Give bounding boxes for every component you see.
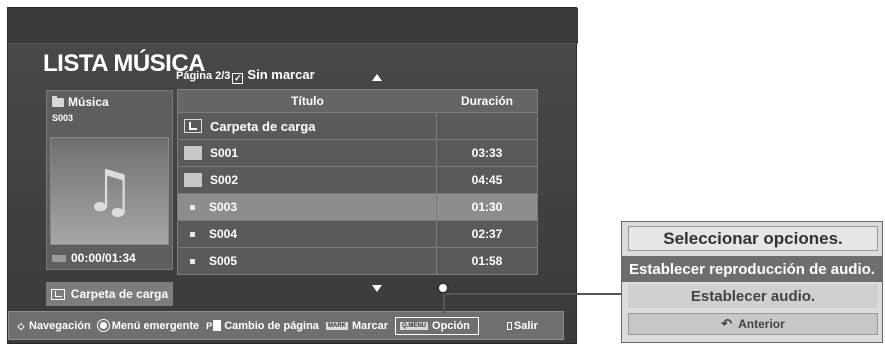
page-key-icon	[213, 320, 222, 331]
help-navigation-label: Navegación	[29, 319, 91, 332]
progress-bar	[52, 254, 66, 262]
option-button[interactable]: Q.MENU Opción	[395, 316, 479, 335]
now-playing-panel: Música S003 ♫ 00:00/01:34	[46, 90, 173, 270]
option-audio-settings[interactable]: Establecer audio.	[628, 284, 878, 308]
album-art: ♫	[50, 137, 169, 245]
help-mark-label: Marcar	[351, 319, 389, 332]
row-title: S003	[209, 200, 238, 214]
back-label: Anterior	[738, 317, 785, 331]
list-item-upload-folder[interactable]: Carpeta de carga	[177, 113, 538, 140]
playback-time: 00:00/01:34	[52, 251, 136, 265]
upload-folder-button[interactable]: Carpeta de carga	[46, 282, 173, 306]
back-button[interactable]: ↶ Anterior	[628, 313, 878, 335]
back-arrow-icon: ↶	[721, 316, 733, 331]
unmark-checkbox-icon[interactable]: ✓	[232, 73, 244, 84]
folder-icon	[184, 173, 202, 187]
list-item[interactable]: S001 03:33	[177, 140, 538, 167]
exit-label: Salir	[513, 319, 538, 332]
row-title: S004	[209, 227, 238, 241]
page-number: Página 2/3	[176, 70, 231, 82]
row-title: Carpeta de carga	[210, 118, 316, 134]
row-title-cell: S003	[178, 194, 437, 220]
callout-dot	[437, 282, 449, 294]
help-bar: ◇ Navegación Menú emergente P Cambio de …	[8, 311, 564, 340]
list-header: Título Duración	[177, 89, 538, 113]
folder-header: Música	[47, 91, 172, 113]
exit-key-icon	[506, 321, 512, 330]
folder-icon	[52, 95, 64, 107]
current-file: S003	[52, 113, 74, 123]
help-page-change-label: Cambio de página	[224, 319, 319, 332]
list-item-selected[interactable]: S003 01:30	[177, 194, 538, 221]
exit-button[interactable]: Salir	[506, 319, 538, 332]
callout-line-vertical	[443, 293, 445, 313]
row-duration: 04:45	[471, 173, 503, 187]
music-note-icon: ♫	[83, 157, 136, 225]
row-duration: 03:33	[471, 146, 503, 160]
folder-icon	[184, 146, 202, 160]
upload-folder-label: Carpeta de carga	[70, 287, 169, 301]
row-title: S002	[210, 173, 239, 187]
row-duration: 02:37	[471, 227, 503, 241]
help-navigation: ◇ Navegación	[15, 320, 91, 332]
row-title-cell: S001	[178, 140, 437, 166]
help-mark: MARK Marcar	[325, 319, 389, 332]
row-title-cell: S005	[178, 248, 437, 274]
row-duration: 01:30	[471, 200, 503, 214]
option-audio-playback[interactable]: Establecer reproducción de audio.	[622, 256, 882, 282]
file-dot-icon	[190, 231, 195, 237]
help-popup-label: Menú emergente	[111, 319, 200, 332]
mark-key-icon: MARK	[325, 321, 348, 330]
file-list: Título Duración Carpeta de carga S001 03…	[177, 89, 538, 285]
column-duration: Duración	[460, 94, 513, 108]
options-menu: Seleccionar opciones. Establecer reprodu…	[621, 221, 883, 343]
row-title-cell: S002	[178, 167, 437, 193]
scroll-up-arrow-icon[interactable]	[372, 74, 382, 81]
row-title: S001	[210, 146, 239, 160]
options-title: Seleccionar opciones.	[628, 226, 878, 251]
qmenu-key-icon: Q.MENU	[400, 321, 429, 330]
time-label: 00:00/01:34	[71, 251, 136, 265]
row-title-cell: S004	[178, 221, 437, 247]
help-page-change: P Cambio de página	[206, 320, 319, 332]
scroll-down-arrow-icon[interactable]	[372, 285, 382, 292]
list-item[interactable]: S005 01:58	[177, 248, 538, 275]
column-title: Título	[291, 94, 324, 108]
file-dot-icon	[190, 204, 195, 210]
option-label: Opción	[432, 319, 470, 332]
file-dot-icon	[190, 258, 195, 264]
return-icon	[50, 288, 65, 300]
row-title: S005	[209, 254, 238, 268]
ok-button-icon	[97, 320, 109, 331]
row-title-cell: Carpeta de carga	[178, 113, 437, 139]
callout-line-horizontal	[443, 293, 621, 295]
list-item[interactable]: S004 02:37	[177, 221, 538, 248]
p-key-icon: P	[206, 320, 213, 331]
list-item[interactable]: S002 04:45	[177, 167, 538, 194]
folder-up-icon	[184, 119, 202, 133]
help-popup: Menú emergente	[97, 319, 200, 332]
page-indicator: Página 2/3 ✓ Sin marcar	[176, 67, 315, 84]
folder-name: Música	[68, 95, 109, 109]
row-duration: 01:58	[471, 254, 503, 268]
unmark-label[interactable]: Sin marcar	[247, 67, 314, 82]
navigation-arrows-icon: ◇	[17, 320, 25, 331]
top-band	[8, 8, 578, 44]
